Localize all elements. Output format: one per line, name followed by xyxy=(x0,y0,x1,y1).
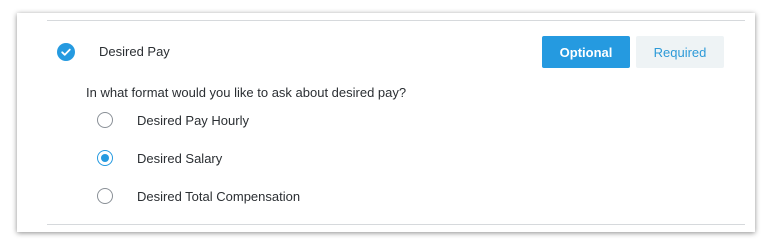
pay-format-question: In what format would you like to ask abo… xyxy=(86,85,407,100)
radio-option-desired-salary[interactable]: Desired Salary xyxy=(97,150,397,168)
required-button[interactable]: Required xyxy=(636,36,724,68)
check-circle-icon xyxy=(57,43,75,61)
optional-button[interactable]: Optional xyxy=(542,36,630,68)
desired-pay-panel: Desired Pay Optional Required In what fo… xyxy=(17,13,755,232)
radio-label: Desired Pay Hourly xyxy=(137,113,249,128)
section-title: Desired Pay xyxy=(99,44,170,59)
radio-button[interactable] xyxy=(97,188,113,204)
radio-button-selected[interactable] xyxy=(97,150,113,166)
radio-button[interactable] xyxy=(97,112,113,128)
radio-option-desired-total-compensation[interactable]: Desired Total Compensation xyxy=(97,188,397,206)
top-divider xyxy=(47,20,745,21)
radio-label: Desired Salary xyxy=(137,151,223,166)
radio-option-desired-pay-hourly[interactable]: Desired Pay Hourly xyxy=(97,112,397,130)
bottom-divider xyxy=(47,224,745,225)
radio-label: Desired Total Compensation xyxy=(137,189,301,204)
